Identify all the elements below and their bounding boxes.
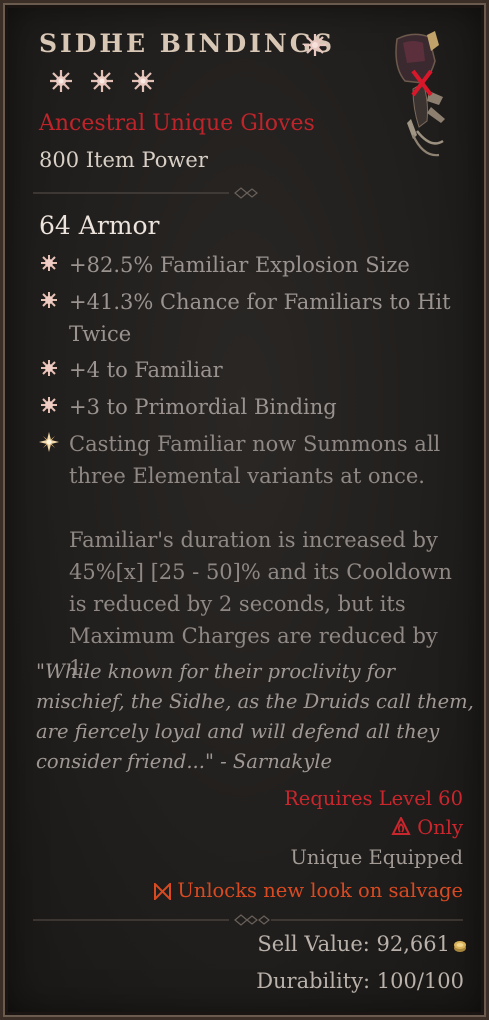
unique-equipped: Unique Equipped (290, 846, 463, 869)
affix-star-icon (41, 255, 57, 271)
title-star-icon (304, 34, 326, 56)
divider (33, 914, 463, 926)
affix-line: +82.5% Familiar Explosion Size (39, 249, 459, 281)
armor-value: 64 Armor (39, 211, 160, 240)
item-power: 800 Item Power (39, 148, 208, 172)
durability: Durability: 100/100 (256, 969, 464, 993)
sell-value: Sell Value: 92,661 (257, 932, 450, 956)
affix-star-icon (41, 360, 57, 376)
gauntlet-icon (395, 31, 445, 157)
class-only-label: Only (417, 816, 463, 839)
affix-star-icon (41, 292, 57, 308)
level-requirement: Requires Level 60 (284, 787, 463, 810)
gold-coin-icon (454, 941, 466, 952)
unique-power: Casting Familiar now Summons all three E… (39, 428, 459, 684)
affix-line: +4 to Familiar (39, 354, 459, 386)
affix-star-icon (41, 397, 57, 413)
flavor-text: "While known for their proclivity for mi… (36, 660, 474, 773)
affix-line: +3 to Primordial Binding (39, 391, 459, 423)
druid-class-icon (391, 817, 411, 835)
class-requirement: Only (391, 816, 463, 839)
unique-power-icon (39, 432, 59, 452)
affix-line: +41.3% Chance for Familiars to Hit Twice (39, 286, 459, 350)
item-tooltip: SIDHE BINDINGS Ancestral Unique Gloves 8… (0, 0, 489, 1020)
unique-power-text: Casting Familiar now Summons all three E… (69, 432, 441, 488)
item-type: Ancestral Unique Gloves (39, 111, 315, 136)
star-icon (49, 69, 73, 97)
star-icon (90, 69, 114, 97)
item-name: SIDHE BINDINGS (39, 29, 336, 58)
star-icon (131, 69, 155, 97)
salvage-unlock: Unlocks new look on salvage (154, 879, 463, 902)
divider (33, 187, 258, 199)
transmog-icon (154, 883, 172, 900)
salvage-unlock-label: Unlocks new look on salvage (177, 879, 463, 902)
